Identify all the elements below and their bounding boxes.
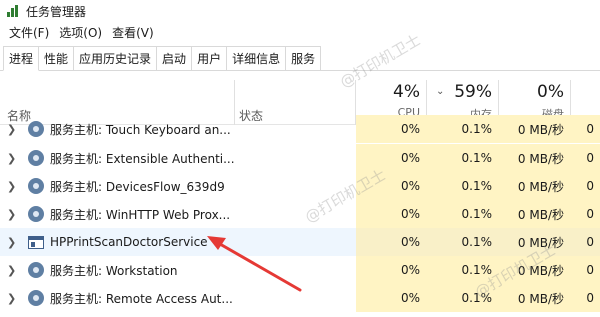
expand-chevron-icon[interactable]: ❯ [7, 292, 16, 305]
table-row-highlighted[interactable]: ❯ HPPrintScanDoctorService 0% 0.1% 0 MB/… [0, 228, 600, 256]
cpu-value: 0% [356, 144, 426, 172]
menu-file[interactable]: 文件(F) [4, 24, 54, 41]
expand-chevron-icon[interactable]: ❯ [7, 264, 16, 277]
cpu-total-percent: 4% [393, 82, 420, 102]
process-name: 服务主机: Extensible Authenti... [50, 151, 235, 166]
memory-value: 0.1% [426, 284, 498, 312]
network-value: 0 [570, 284, 600, 312]
process-name: 服务主机: DevicesFlow_639d9 [50, 179, 225, 194]
table-row[interactable]: ❯ 服务主机: Extensible Authenti... 0% 0.1% 0… [0, 144, 600, 172]
table-row[interactable]: ❯ 服务主机: Touch Keyboard an... 0% 0.1% 0 M… [0, 115, 600, 143]
process-name: 服务主机: Workstation [50, 263, 178, 278]
process-list: ❯ 服务主机: Touch Keyboard an... 0% 0.1% 0 M… [0, 115, 600, 317]
disk-value: 0 MB/秒 [498, 144, 570, 172]
process-name: 服务主机: Remote Access Aut... [50, 291, 233, 306]
service-gear-icon [28, 178, 44, 194]
memory-value: 0.1% [426, 256, 498, 284]
tab-services[interactable]: 服务 [285, 46, 322, 70]
service-gear-icon [28, 290, 44, 306]
tab-details[interactable]: 详细信息 [226, 46, 287, 70]
tab-startup[interactable]: 启动 [156, 46, 193, 70]
service-gear-icon [28, 262, 44, 278]
menu-view[interactable]: 查看(V) [107, 24, 159, 41]
process-name: 服务主机: WinHTTP Web Prox... [50, 207, 231, 222]
task-manager-icon [6, 4, 20, 18]
network-value: 0 [570, 144, 600, 172]
cpu-value: 0% [356, 172, 426, 200]
tab-processes[interactable]: 进程 [3, 46, 40, 71]
window-title: 任务管理器 [26, 4, 87, 19]
memory-value: 0.1% [426, 115, 498, 143]
cpu-value: 0% [356, 115, 426, 143]
network-value: 0 [570, 256, 600, 284]
title-bar: 任务管理器 [0, 0, 600, 22]
cpu-value: 0% [356, 228, 426, 256]
service-gear-icon [28, 206, 44, 222]
memory-value: 0.1% [426, 172, 498, 200]
cpu-value: 0% [356, 256, 426, 284]
disk-value: 0 MB/秒 [498, 228, 570, 256]
table-row[interactable]: ❯ 服务主机: Workstation 0% 0.1% 0 MB/秒 0 [0, 256, 600, 284]
application-window-icon [28, 235, 44, 249]
table-row[interactable]: ❯ 服务主机: Remote Access Aut... 0% 0.1% 0 M… [0, 284, 600, 312]
expand-chevron-icon[interactable]: ❯ [7, 152, 16, 165]
expand-chevron-icon[interactable]: ❯ [7, 236, 16, 249]
memory-value: 0.1% [426, 200, 498, 228]
tab-app-history[interactable]: 应用历史记录 [73, 46, 158, 70]
table-row[interactable]: ❯ 服务主机: DevicesFlow_639d9 0% 0.1% 0 MB/秒… [0, 172, 600, 200]
memory-value: 0.1% [426, 144, 498, 172]
memory-value: 0.1% [426, 228, 498, 256]
process-name: HPPrintScanDoctorService [50, 235, 208, 249]
memory-total-percent: 59% [454, 82, 492, 102]
network-value: 0 [570, 172, 600, 200]
table-row[interactable]: ❯ 服务主机: WinHTTP Web Prox... 0% 0.1% 0 MB… [0, 200, 600, 228]
disk-value: 0 MB/秒 [498, 284, 570, 312]
disk-value: 0 MB/秒 [498, 256, 570, 284]
disk-value: 0 MB/秒 [498, 172, 570, 200]
service-gear-icon [28, 121, 44, 137]
cpu-value: 0% [356, 200, 426, 228]
tab-users[interactable]: 用户 [191, 46, 228, 70]
service-gear-icon [28, 150, 44, 166]
tab-strip: 进程 性能 应用历史记录 启动 用户 详细信息 服务 [0, 46, 600, 71]
menu-bar: 文件(F) 选项(O) 查看(V) [0, 22, 600, 42]
network-value: 0 [570, 228, 600, 256]
disk-total-percent: 0% [537, 82, 564, 102]
cpu-value: 0% [356, 284, 426, 312]
column-cpu-header[interactable]: 4% CPU [356, 82, 420, 119]
network-value: 0 [570, 200, 600, 228]
expand-chevron-icon[interactable]: ❯ [7, 123, 16, 136]
tab-performance[interactable]: 性能 [38, 46, 75, 70]
disk-value: 0 MB/秒 [498, 115, 570, 143]
network-value: 0 [570, 115, 600, 143]
process-name: 服务主机: Touch Keyboard an... [50, 122, 231, 137]
menu-options[interactable]: 选项(O) [54, 24, 107, 41]
expand-chevron-icon[interactable]: ❯ [7, 208, 16, 221]
disk-value: 0 MB/秒 [498, 200, 570, 228]
expand-chevron-icon[interactable]: ❯ [7, 180, 16, 193]
